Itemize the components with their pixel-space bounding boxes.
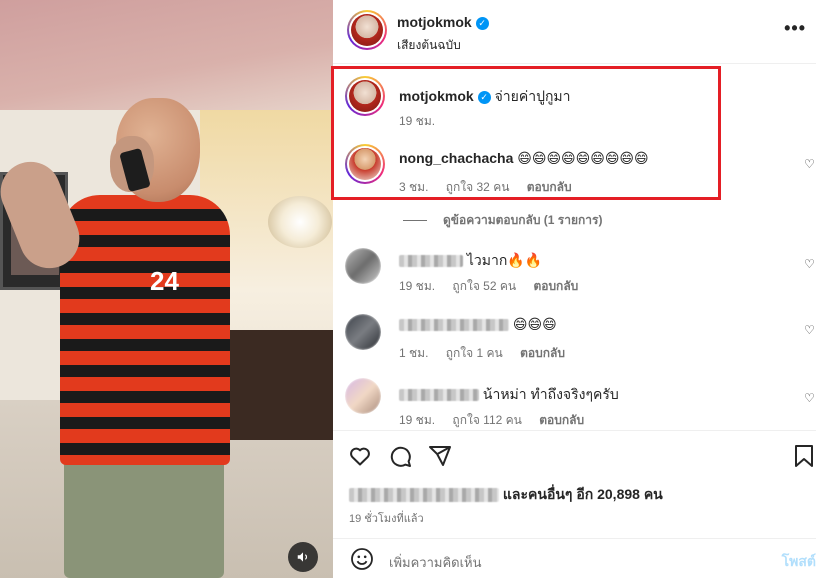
comment-avatar[interactable] — [345, 76, 385, 116]
author-username[interactable]: motjokmok ✓ — [397, 14, 489, 30]
post-actions-bar — [333, 430, 816, 480]
author-avatar[interactable] — [347, 10, 387, 50]
comment-meta: 19 ชม. ถูกใจ 112 คน ตอบกลับ — [399, 411, 584, 430]
blurred-likers — [349, 488, 499, 503]
comment-body: motjokmok ✓ จ่ายค่าปูกูมา — [399, 86, 571, 108]
photo-ceiling — [0, 0, 333, 110]
post-comment-button[interactable]: โพสต์ — [782, 551, 816, 573]
comment-meta: 19 ชม. ถูกใจ 52 คน ตอบกลับ — [399, 277, 578, 296]
comment-likes[interactable]: ถูกใจ 52 คน — [452, 279, 516, 293]
comment-time: 19 ชม. — [399, 279, 436, 293]
comment-body: 😄😄😄 — [399, 316, 557, 333]
comment-text: น้าหม่า ทำถึงจริงๆครับ — [482, 386, 619, 402]
comment-text: 😄😄😄 — [512, 316, 557, 332]
blurred-username — [399, 319, 509, 332]
comment-likes[interactable]: ถูกใจ 32 คน — [446, 180, 510, 194]
save-icon[interactable] — [791, 443, 816, 469]
comment-meta: 1 ชม. ถูกใจ 1 คน ตอบกลับ — [399, 344, 565, 363]
comment-text: 😄😄😄😄😄😄😄😄😄 — [517, 150, 649, 166]
post-photo[interactable]: 24 — [0, 0, 333, 578]
view-replies-link[interactable]: ดูข้อความตอบกลับ (1 รายการ) — [403, 211, 602, 230]
likes-summary[interactable]: และคนอื่นๆ อีก 20,898 คน — [349, 484, 663, 506]
replies-divider — [403, 220, 427, 222]
like-comment-icon[interactable]: ♡ — [804, 158, 816, 170]
blurred-username — [399, 255, 463, 268]
comment-avatar[interactable] — [345, 314, 381, 350]
comment-time: 19 ชม. — [399, 114, 436, 128]
comment-username[interactable]: nong_chachacha — [399, 150, 513, 166]
post-header: motjokmok ✓ เสียงต้นฉบับ ••• — [333, 0, 816, 64]
comment-time: 3 ชม. — [399, 180, 429, 194]
like-icon[interactable] — [347, 443, 373, 469]
photo-jersey — [60, 195, 230, 465]
comment-avatar[interactable] — [345, 248, 381, 284]
comment-username[interactable]: motjokmok — [399, 88, 474, 104]
comment-icon[interactable] — [387, 443, 413, 469]
comment-likes[interactable]: ถูกใจ 1 คน — [446, 346, 503, 360]
comment-meta: 19 ชม. — [399, 112, 449, 131]
comment-likes[interactable]: ถูกใจ 112 คน — [452, 413, 521, 427]
comment-time: 1 ชม. — [399, 346, 429, 360]
speaker-icon — [297, 552, 308, 562]
more-options-icon[interactable]: ••• — [784, 18, 806, 39]
photo-table — [230, 330, 333, 440]
reply-button[interactable]: ตอบกลับ — [539, 413, 584, 427]
post-time[interactable]: 19 ชั่วโมงที่แล้ว — [349, 509, 424, 527]
jersey-number: 24 — [150, 266, 179, 296]
comment-text: ไวมาก🔥🔥 — [466, 252, 543, 268]
add-comment-bar: เพิ่มความคิดเห็น โพสต์ — [333, 538, 816, 578]
comment-meta: 3 ชม. ถูกใจ 32 คน ตอบกลับ — [399, 178, 572, 197]
comment-body: nong_chachacha 😄😄😄😄😄😄😄😄😄 — [399, 150, 649, 167]
reply-button[interactable]: ตอบกลับ — [533, 279, 578, 293]
reply-button[interactable]: ตอบกลับ — [520, 346, 565, 360]
comment-avatar[interactable] — [345, 378, 381, 414]
like-comment-icon[interactable]: ♡ — [804, 324, 816, 336]
comment-text: จ่ายค่าปูกูมา — [494, 88, 571, 104]
audio-label[interactable]: เสียงต้นฉบับ — [397, 36, 461, 55]
photo-pants — [64, 450, 224, 578]
sound-toggle-button[interactable] — [288, 542, 318, 572]
like-comment-icon[interactable]: ♡ — [804, 392, 816, 404]
reply-button[interactable]: ตอบกลับ — [527, 180, 572, 194]
comment-body: น้าหม่า ทำถึงจริงๆครับ — [399, 384, 619, 406]
comment-input[interactable]: เพิ่มความคิดเห็น — [389, 552, 482, 573]
comment-avatar[interactable] — [345, 144, 385, 184]
post-side-panel: motjokmok ✓ เสียงต้นฉบับ ••• motjokmok ✓ จ… — [331, 0, 816, 578]
like-comment-icon[interactable]: ♡ — [804, 258, 816, 270]
share-icon[interactable] — [427, 443, 453, 469]
verified-icon: ✓ — [477, 90, 491, 104]
comment-body: ไวมาก🔥🔥 — [399, 250, 542, 272]
blurred-username — [399, 389, 479, 402]
verified-icon: ✓ — [475, 16, 489, 30]
photo-chandelier — [268, 196, 332, 248]
comment-time: 19 ชม. — [399, 413, 436, 427]
emoji-icon[interactable] — [349, 546, 375, 572]
